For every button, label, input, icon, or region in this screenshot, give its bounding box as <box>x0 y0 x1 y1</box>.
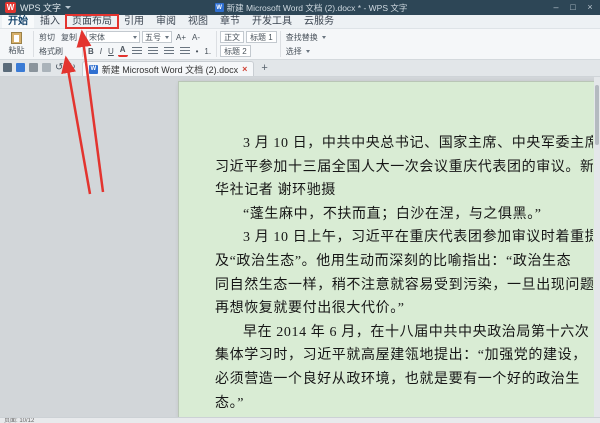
word-doc-icon: W <box>89 65 98 74</box>
style-normal[interactable]: 正文 <box>220 31 244 43</box>
align-right-button[interactable] <box>162 45 176 57</box>
find-replace-button[interactable]: 查找替换 <box>284 31 320 43</box>
scrollbar-thumb[interactable] <box>595 85 599 145</box>
tab-review[interactable]: 审阅 <box>150 15 182 28</box>
font-name-combobox[interactable]: 宋体 <box>86 31 140 43</box>
tab-cloud[interactable]: 云服务 <box>298 15 340 28</box>
underline-button[interactable]: U <box>106 45 116 57</box>
chevron-down-icon[interactable] <box>65 6 71 9</box>
tab-page-layout[interactable]: 页面布局 <box>66 15 118 28</box>
page-indicator: 页面: 10/12 <box>4 418 34 423</box>
chevron-down-icon <box>133 36 137 39</box>
doc-line: 3 月 10 日上午，习近平在重庆代表团参加审议时着重提 <box>215 226 593 250</box>
ribbon-divider <box>33 31 34 57</box>
window-title-area: W 新建 Microsoft Word 文档 (2).docx * - WPS … <box>75 2 547 14</box>
maximize-button[interactable]: □ <box>568 0 578 15</box>
wps-writer-window: { "window": { "app_name": "WPS 文字", "tit… <box>0 0 600 423</box>
vertical-scrollbar[interactable] <box>594 77 600 417</box>
title-bar: W WPS 文字 W 新建 Microsoft Word 文档 (2).docx… <box>0 0 600 15</box>
document-tab[interactable]: W 新建 Microsoft Word 文档 (2).docx × <box>82 61 255 76</box>
redo-icon[interactable]: ↻ <box>67 63 75 73</box>
document-page[interactable]: 3 月 10 日，中共中央总书记、国家主席、中央军委主席 习近平参加十三届全国人… <box>178 81 600 417</box>
justify-button[interactable] <box>178 45 192 57</box>
style-heading2[interactable]: 标题 2 <box>220 45 251 57</box>
tab-references[interactable]: 引用 <box>118 15 150 28</box>
chevron-down-icon <box>306 50 310 53</box>
font-size-combobox[interactable]: 五号 <box>142 31 172 43</box>
print-icon[interactable] <box>29 63 38 72</box>
align-left-button[interactable] <box>130 45 144 57</box>
document-tab-bar: ↺ ↻ W 新建 Microsoft Word 文档 (2).docx × + <box>0 60 600 77</box>
chevron-down-icon <box>322 36 326 39</box>
format-painter-button[interactable]: 格式刷 <box>37 45 65 57</box>
doc-line: 态。” <box>215 392 593 416</box>
minimize-button[interactable]: – <box>551 0 561 15</box>
tab-developer[interactable]: 开发工具 <box>246 15 298 28</box>
justify-icon <box>180 47 190 55</box>
doc-line: “蓬生麻中，不扶而直；白沙在涅，与之俱黑。” <box>215 203 593 227</box>
page-text: 3 月 10 日，中共中央总书记、国家主席、中央军委主席 习近平参加十三届全国人… <box>215 132 593 417</box>
grow-font-button[interactable]: A+ <box>174 31 188 43</box>
new-tab-button[interactable]: + <box>257 61 271 76</box>
tab-section[interactable]: 章节 <box>214 15 246 28</box>
quick-access-toolbar: ↺ ↻ <box>3 59 79 76</box>
doc-line: 早在 2014 年 6 月，在十八届中共中央政治局第十六次 <box>215 321 593 345</box>
font-name-value: 宋体 <box>89 32 105 43</box>
doc-line: 集体学习时，习近平就高屋建瓴地提出：“加强党的建设， <box>215 344 593 368</box>
ribbon: 粘贴 剪切 复制 格式刷 宋体 五号 A+ A- B I U <box>0 29 600 60</box>
paste-button[interactable]: 粘贴 <box>3 30 30 58</box>
tab-view[interactable]: 视图 <box>182 15 214 28</box>
menu-icon[interactable] <box>3 63 12 72</box>
align-center-icon <box>148 47 158 55</box>
save-icon[interactable] <box>16 63 25 72</box>
italic-button[interactable]: I <box>98 45 104 57</box>
app-name[interactable]: WPS 文字 <box>20 1 61 14</box>
bold-button[interactable]: B <box>86 45 96 57</box>
clipboard-icon <box>11 32 22 44</box>
ribbon-divider <box>82 31 83 57</box>
tab-insert[interactable]: 插入 <box>34 15 66 28</box>
status-bar: 页面: 10/12 <box>0 417 600 423</box>
doc-line: 再想恢复就要付出很大代价。” <box>215 297 593 321</box>
font-color-button[interactable]: A <box>118 45 128 57</box>
print-preview-icon[interactable] <box>42 63 51 72</box>
paste-label: 粘贴 <box>9 45 25 56</box>
align-left-icon <box>132 47 142 55</box>
ribbon-divider <box>216 31 217 57</box>
cut-button[interactable]: 剪切 <box>37 31 57 43</box>
select-button[interactable]: 选择 <box>284 45 304 57</box>
doc-line: 及“政治生态”。他用生动而深刻的比喻指出：“政治生态 <box>215 250 593 274</box>
document-icon: W <box>215 3 224 12</box>
document-area: 3 月 10 日，中共中央总书记、国家主席、中央军委主席 习近平参加十三届全国人… <box>0 77 600 417</box>
shrink-font-button[interactable]: A- <box>190 31 202 43</box>
numbering-button[interactable]: 1. <box>202 45 213 57</box>
font-size-value: 五号 <box>145 32 161 43</box>
window-title: 新建 Microsoft Word 文档 (2).docx * - WPS 文字 <box>227 2 408 14</box>
chevron-down-icon <box>165 36 169 39</box>
doc-line: 必须营造一个良好从政环境，也就是要有一个好的政治生 <box>215 368 593 392</box>
undo-icon[interactable]: ↺ <box>55 63 63 73</box>
tab-home[interactable]: 开始 <box>2 15 34 28</box>
doc-line: 3 月 10 日，中共中央总书记、国家主席、中央军委主席 <box>215 132 593 156</box>
doc-line: 同自然生态一样，稍不注意就容易受到污染，一旦出现问题 <box>215 274 593 298</box>
align-right-icon <box>164 47 174 55</box>
ribbon-tab-bar: 开始 插入 页面布局 引用 审阅 视图 章节 开发工具 云服务 <box>0 15 600 29</box>
close-tab-icon[interactable]: × <box>242 64 247 74</box>
ribbon-divider <box>280 31 281 57</box>
document-tab-label: 新建 Microsoft Word 文档 (2).docx <box>102 63 238 76</box>
bullets-button[interactable]: • <box>194 45 201 57</box>
doc-line: 华社记者 谢环驰摄 <box>215 179 593 203</box>
style-heading1[interactable]: 标题 1 <box>246 31 277 43</box>
copy-button[interactable]: 复制 <box>59 31 79 43</box>
wps-logo-icon: W <box>5 2 16 13</box>
close-button[interactable]: × <box>585 0 595 15</box>
align-center-button[interactable] <box>146 45 160 57</box>
doc-line: 习近平参加十三届全国人大一次会议重庆代表团的审议。新 <box>215 156 593 180</box>
window-controls: – □ × <box>551 0 595 15</box>
